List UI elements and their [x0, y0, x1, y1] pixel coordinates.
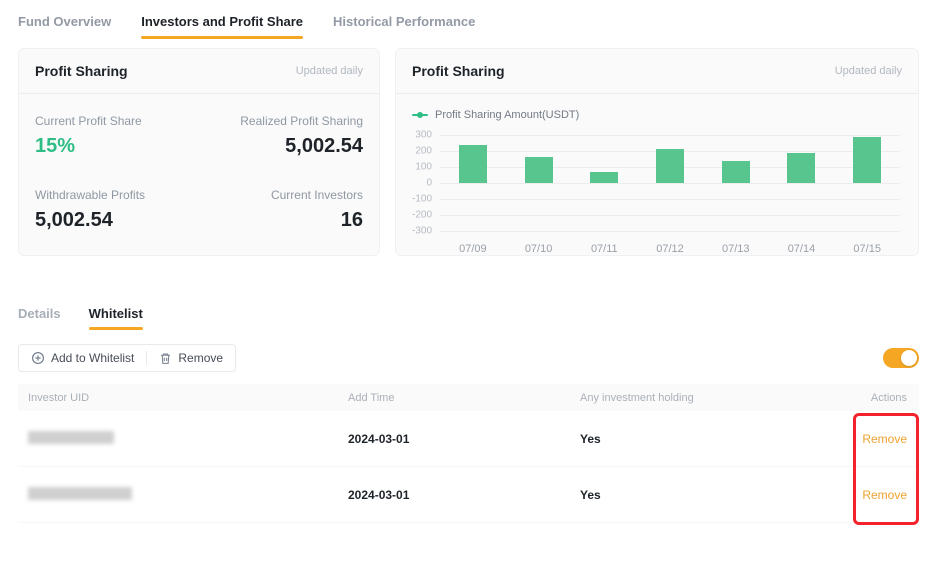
profit-sharing-stats-card: Profit Sharing Updated daily Current Pro…: [18, 48, 380, 256]
gridline: [440, 135, 900, 136]
chart-updated-label: Updated daily: [835, 65, 902, 77]
gridline: [440, 199, 900, 200]
bar-07-15: [853, 137, 881, 183]
y-tick-label: 0: [426, 178, 432, 189]
metric-value: 5,002.54: [199, 135, 363, 158]
table-row: 2024-03-01 Yes Remove: [18, 411, 919, 467]
stats-updated-label: Updated daily: [296, 65, 363, 77]
x-tick-label: 07/09: [440, 243, 506, 255]
metric-realized-profit-sharing: Realized Profit Sharing 5,002.54: [199, 114, 363, 158]
whitelist-toggle[interactable]: [883, 348, 919, 368]
fund-management-page: Fund Overview Investors and Profit Share…: [0, 0, 937, 579]
x-tick-label: 07/11: [571, 243, 637, 255]
remove-link[interactable]: Remove: [862, 432, 907, 446]
metric-label: Realized Profit Sharing: [199, 114, 363, 128]
y-tick-label: -100: [412, 194, 432, 205]
y-tick-label: 200: [415, 146, 432, 157]
investor-uid-cell: [18, 431, 338, 447]
table-row: 2024-03-01 Yes Remove: [18, 467, 919, 523]
add-to-whitelist-label: Add to Whitelist: [51, 351, 134, 365]
chart-plot: [440, 135, 900, 231]
actions-cell: Remove: [833, 488, 919, 502]
investor-uid-blurred: [28, 431, 114, 444]
bar-07-14: [787, 153, 815, 183]
actions-cell: Remove: [833, 432, 919, 446]
gridline: [440, 183, 900, 184]
header-actions: Actions: [833, 392, 919, 404]
profit-sharing-chart-card: Profit Sharing Updated daily Profit Shar…: [395, 48, 919, 256]
table-header-row: Investor UID Add Time Any investment hol…: [18, 384, 919, 411]
toggle-knob: [901, 350, 917, 366]
tab-investors-and-profit-share[interactable]: Investors and Profit Share: [141, 14, 303, 39]
y-tick-label: -300: [412, 226, 432, 237]
summary-cards-row: Profit Sharing Updated daily Current Pro…: [18, 48, 919, 256]
tab-fund-overview[interactable]: Fund Overview: [18, 14, 111, 39]
chart-card-title: Profit Sharing: [412, 63, 505, 79]
stats-card-header: Profit Sharing Updated daily: [19, 49, 379, 94]
y-tick-label: 300: [415, 130, 432, 141]
whitelist-table: Investor UID Add Time Any investment hol…: [18, 384, 919, 523]
investor-uid-blurred: [28, 487, 132, 500]
whitelist-actions-group: Add to Whitelist Remove: [18, 344, 236, 372]
y-tick-label: 100: [415, 162, 432, 173]
x-tick-label: 07/10: [506, 243, 572, 255]
trash-icon: [159, 352, 172, 365]
metric-value: 5,002.54: [35, 209, 199, 232]
metric-label: Current Profit Share: [35, 114, 199, 128]
x-tick-label: 07/13: [703, 243, 769, 255]
chart-y-axis: 3002001000-100-200-300: [408, 135, 440, 231]
metric-value: 16: [199, 209, 363, 232]
add-time-cell: 2024-03-01: [338, 432, 570, 446]
stats-grid: Current Profit Share 15% Realized Profit…: [19, 94, 379, 252]
bar-chart: 3002001000-100-200-300: [408, 135, 900, 231]
chart-legend: Profit Sharing Amount(USDT): [412, 109, 902, 121]
bar-07-11: [590, 172, 618, 183]
bar-07-09: [459, 145, 487, 183]
whitelist-toolbar: Add to Whitelist Remove: [18, 344, 919, 372]
holding-cell: Yes: [570, 432, 833, 446]
y-tick-label: -200: [412, 210, 432, 221]
x-tick-label: 07/14: [769, 243, 835, 255]
header-add-time: Add Time: [338, 392, 570, 404]
legend-marker-icon: [412, 112, 428, 118]
gridline: [440, 215, 900, 216]
header-any-investment-holding: Any investment holding: [570, 392, 833, 404]
holding-cell: Yes: [570, 488, 833, 502]
metric-label: Current Investors: [199, 188, 363, 202]
top-tab-bar: Fund Overview Investors and Profit Share…: [0, 0, 937, 39]
gridline: [440, 231, 900, 232]
x-tick-label: 07/12: [637, 243, 703, 255]
stats-card-title: Profit Sharing: [35, 63, 128, 79]
add-time-cell: 2024-03-01: [338, 488, 570, 502]
legend-label: Profit Sharing Amount(USDT): [435, 109, 579, 121]
bar-07-12: [656, 149, 684, 183]
remove-button-label: Remove: [178, 351, 223, 365]
x-tick-label: 07/15: [834, 243, 900, 255]
chart-card-header: Profit Sharing Updated daily: [396, 49, 918, 94]
remove-button[interactable]: Remove: [147, 345, 235, 371]
sub-tab-bar: Details Whitelist: [18, 306, 919, 330]
subtab-details[interactable]: Details: [18, 306, 61, 330]
chart-x-axis: 07/0907/1007/1107/1207/1307/1407/15: [440, 243, 900, 255]
metric-label: Withdrawable Profits: [35, 188, 199, 202]
bar-07-10: [525, 157, 553, 183]
add-to-whitelist-icon: [31, 351, 45, 365]
bar-07-13: [722, 161, 750, 183]
tab-historical-performance[interactable]: Historical Performance: [333, 14, 475, 39]
header-investor-uid: Investor UID: [18, 392, 338, 404]
subtab-whitelist[interactable]: Whitelist: [89, 306, 143, 330]
metric-current-profit-share: Current Profit Share 15%: [35, 114, 199, 158]
investor-uid-cell: [18, 487, 338, 503]
add-to-whitelist-button[interactable]: Add to Whitelist: [19, 345, 146, 371]
remove-link[interactable]: Remove: [862, 488, 907, 502]
metric-withdrawable-profits: Withdrawable Profits 5,002.54: [35, 188, 199, 232]
metric-current-investors: Current Investors 16: [199, 188, 363, 232]
metric-value: 15%: [35, 135, 199, 158]
